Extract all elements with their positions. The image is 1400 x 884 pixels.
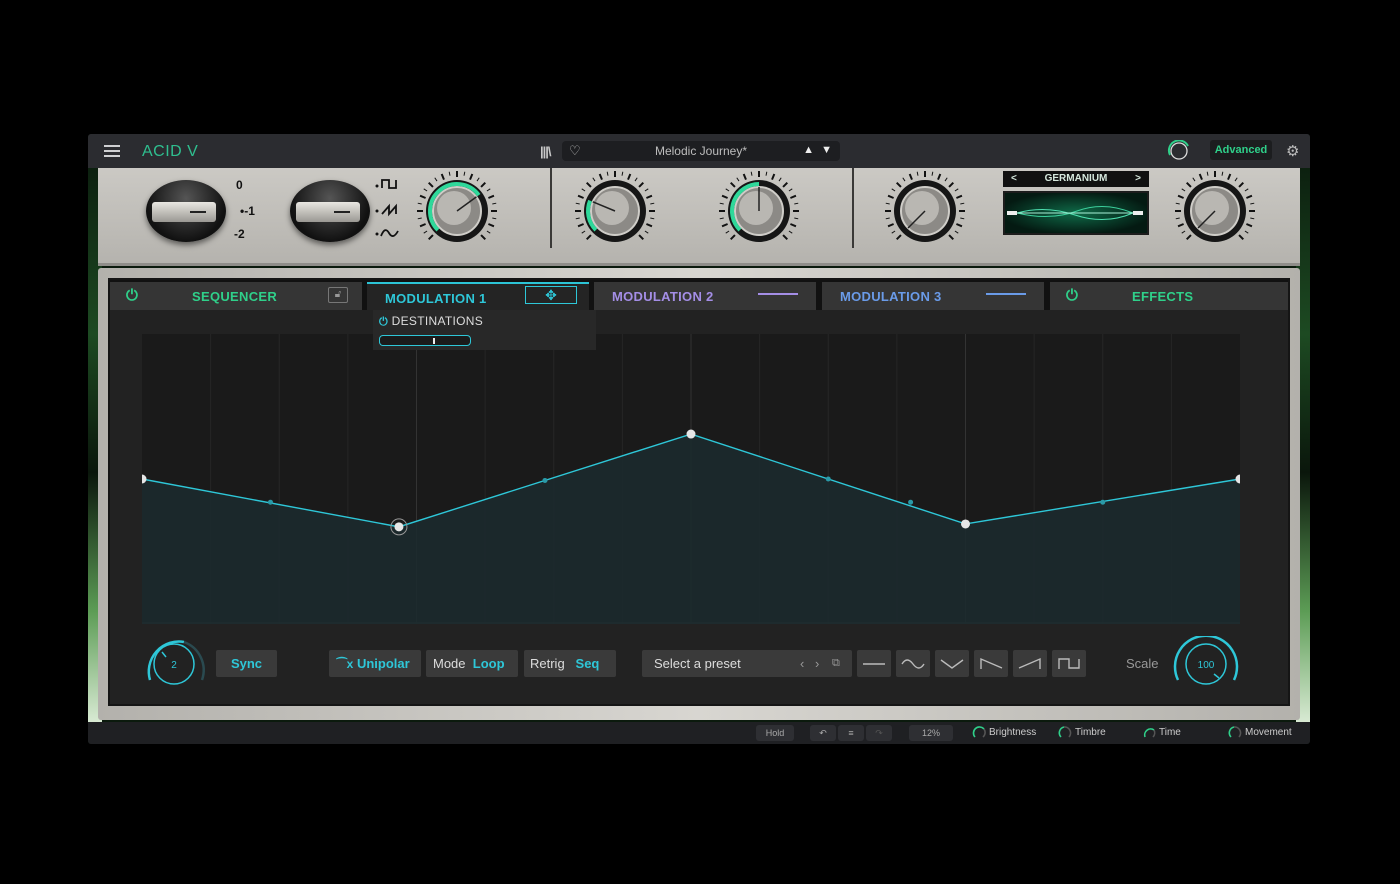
envelope-point[interactable] — [961, 519, 970, 529]
tab-sequencer[interactable]: ⏻ SEQUENCER 🔓︎ — [110, 282, 362, 310]
section-divider — [852, 168, 854, 248]
polarity-button[interactable]: ⁀x Unipolar — [329, 650, 421, 677]
power-icon[interactable]: ⏻ — [379, 316, 388, 328]
distortion-type-label: GERMANIUM — [1044, 173, 1108, 184]
saw-wave-icon — [381, 203, 397, 217]
tab-modulation-1[interactable]: MODULATION 1 ✥ — [367, 282, 589, 310]
tab-label: MODULATION 2 — [612, 289, 714, 304]
envelope-graph[interactable] — [142, 334, 1240, 624]
envelope-point[interactable] — [686, 429, 696, 439]
destinations-header: ⏻ DESTINATIONS — [379, 314, 484, 328]
polarity-icon: ⁀x — [337, 657, 354, 671]
tune-knob[interactable] — [414, 168, 500, 254]
scale-value: 100 — [1198, 660, 1215, 671]
top-bar: ACID V |||\ ♡ Melodic Journey* ▲ ▼ Advan… — [88, 134, 1310, 168]
mode-button[interactable]: Mode Loop — [426, 650, 518, 677]
shape-triangle-button[interactable] — [935, 650, 969, 677]
tab-label: SEQUENCER — [192, 289, 278, 304]
hold-button[interactable]: Hold — [756, 725, 794, 741]
preset-browser[interactable]: ♡ Melodic Journey* ▲ ▼ — [562, 141, 840, 161]
macro-brightness[interactable]: Brightness — [972, 725, 1036, 741]
hardware-panel: 0 •-1 -2 < GERMANIUM > — [98, 168, 1300, 266]
retrig-button[interactable]: Retrig Seq — [524, 650, 616, 677]
octave-selector[interactable] — [146, 180, 226, 242]
env-mod-knob[interactable] — [882, 168, 968, 254]
distortion-display: < GERMANIUM > — [1003, 171, 1149, 237]
previous-preset-icon[interactable]: ‹ — [800, 650, 804, 677]
history-icon[interactable]: ≡ — [838, 725, 864, 741]
library-icon[interactable]: |||\ — [540, 144, 551, 159]
distortion-type-selector[interactable]: < GERMANIUM > — [1003, 171, 1149, 187]
macro-movement[interactable]: Movement — [1228, 725, 1292, 741]
cutoff-knob[interactable] — [572, 168, 658, 254]
tube-visualizer — [1003, 191, 1149, 235]
menu-icon[interactable] — [104, 145, 120, 157]
previous-type-icon[interactable]: < — [1011, 171, 1017, 187]
resonance-knob[interactable] — [716, 168, 802, 254]
tab-label: MODULATION 3 — [840, 289, 942, 304]
curve-handle[interactable] — [908, 499, 914, 505]
lock-icon[interactable]: 🔓︎ — [328, 287, 348, 303]
settings-gear-icon[interactable]: ⚙ — [1286, 142, 1299, 160]
power-icon[interactable]: ⏻ — [1066, 287, 1078, 304]
curve-handle[interactable] — [825, 476, 831, 482]
curve-handle[interactable] — [542, 477, 548, 483]
sync-button[interactable]: Sync — [216, 650, 277, 677]
acid-v-window: ACID V |||\ ♡ Melodic Journey* ▲ ▼ Advan… — [88, 134, 1310, 744]
waveform-labels — [374, 174, 404, 245]
rate-knob[interactable]: 2 — [140, 636, 210, 688]
destination-amount-slider[interactable] — [379, 335, 471, 346]
destinations-dropdown: ⏻ DESTINATIONS ⏻ Cutoff — [373, 310, 596, 350]
status-bar: Hold ↶ ≡ ↷ 12% Brightness Timbre Time Mo… — [88, 722, 1310, 744]
tab-label: MODULATION 1 — [385, 291, 487, 306]
rate-value: 2 — [171, 660, 177, 671]
redo-icon[interactable]: ↷ — [866, 725, 892, 741]
tab-label: EFFECTS — [1132, 289, 1194, 304]
power-icon[interactable]: ⏻ — [126, 287, 138, 304]
previous-preset-icon[interactable]: ▲ — [803, 144, 814, 156]
tab-bar: ⏻ SEQUENCER 🔓︎ MODULATION 1 ✥ MODULATION… — [110, 280, 1288, 310]
shape-sine-button[interactable] — [896, 650, 930, 677]
sine-wave-icon — [380, 229, 399, 237]
next-type-icon[interactable]: > — [1135, 171, 1141, 187]
scale-knob[interactable]: 100 — [1170, 634, 1240, 688]
tab-modulation-2[interactable]: MODULATION 2 — [594, 282, 816, 310]
section-divider — [550, 168, 552, 248]
macro-timbre[interactable]: Timbre — [1058, 725, 1106, 741]
square-wave-icon — [381, 179, 397, 189]
next-preset-icon[interactable]: ▼ — [821, 144, 832, 156]
curve-handle[interactable] — [267, 499, 273, 505]
cpu-meter-icon — [1164, 139, 1194, 162]
tab-modulation-3[interactable]: MODULATION 3 — [822, 282, 1044, 310]
drive-knob[interactable] — [1172, 168, 1258, 254]
waveform-selector[interactable] — [290, 180, 370, 242]
octave-labels: 0 •-1 -2 — [234, 178, 255, 241]
modulation-panel: ⏻ SEQUENCER 🔓︎ MODULATION 1 ✥ MODULATION… — [108, 278, 1290, 706]
macro-time[interactable]: Time — [1142, 725, 1181, 741]
mod2-drag-indicator[interactable] — [758, 293, 798, 295]
app-title: ACID V — [142, 143, 199, 160]
shape-ramp-up-button[interactable] — [1013, 650, 1047, 677]
preset-name[interactable]: Melodic Journey* — [562, 144, 840, 158]
advanced-button[interactable]: Advanced — [1210, 140, 1272, 160]
curve-handle[interactable] — [1100, 499, 1106, 505]
tab-effects[interactable]: ⏻ EFFECTS — [1050, 282, 1288, 310]
undo-icon[interactable]: ↶ — [810, 725, 836, 741]
next-preset-icon[interactable]: › — [815, 650, 819, 677]
shape-square-button[interactable] — [1052, 650, 1086, 677]
mod3-drag-indicator[interactable] — [986, 293, 1026, 295]
cpu-percentage: 12% — [909, 725, 953, 741]
copy-icon[interactable]: ⧉ — [832, 650, 840, 677]
scale-label: Scale — [1126, 656, 1159, 671]
shape-ramp-down-button[interactable] — [974, 650, 1008, 677]
envelope-point[interactable] — [394, 522, 404, 532]
shape-flat-button[interactable] — [857, 650, 891, 677]
drag-move-icon[interactable]: ✥ — [525, 286, 577, 304]
shape-preset-selector[interactable]: Select a preset ‹ › ⧉ — [642, 650, 852, 677]
